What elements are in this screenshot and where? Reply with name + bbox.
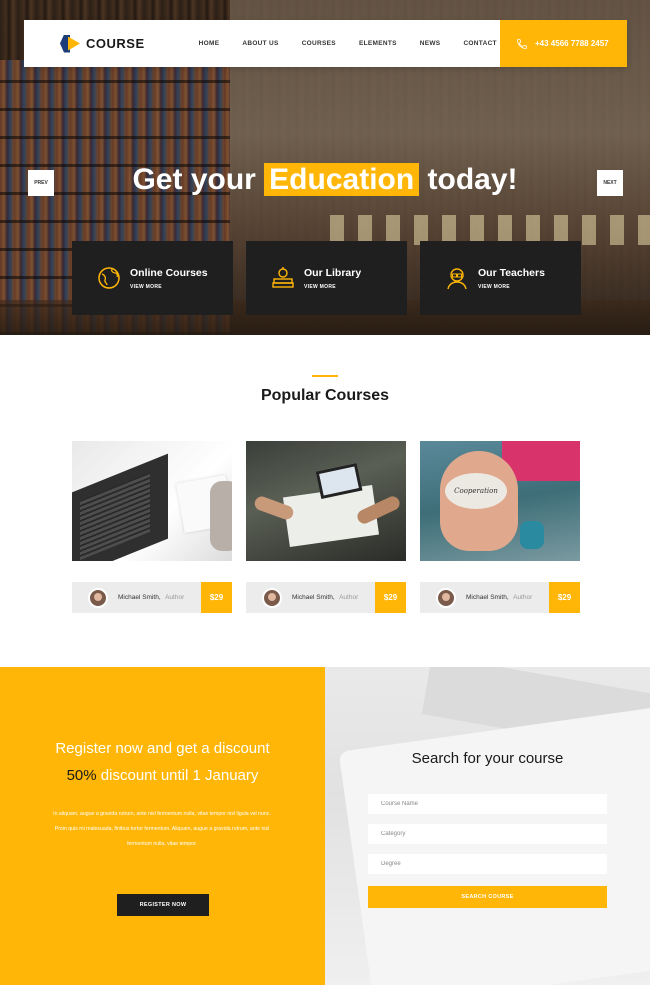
course-meta: Michael Smith, Author $29: [72, 561, 232, 613]
nav-link-elements[interactable]: ELEMENTS: [359, 40, 397, 47]
register-now-button[interactable]: REGISTER NOW: [117, 894, 209, 916]
price-badge: $29: [375, 582, 406, 613]
course-cards: Michael Smith, Author $29 Michael Smith,…: [72, 441, 580, 613]
avatar: [88, 587, 108, 608]
register-subheading: 50% discount until 1 January: [0, 767, 325, 784]
section-divider: [312, 375, 338, 377]
feature-box-online-courses[interactable]: Online Courses VIEW MORE: [72, 241, 233, 315]
hero-section: COURSE HOME ABOUT US COURSES ELEMENTS NE…: [0, 0, 650, 335]
nav-link-home[interactable]: HOME: [199, 40, 220, 47]
feature-title: Our Teachers: [478, 266, 545, 279]
nav-link-news[interactable]: NEWS: [420, 40, 441, 47]
course-card[interactable]: Michael Smith, Author $29: [72, 441, 232, 613]
logo-text: COURSE: [86, 36, 145, 51]
search-course-button[interactable]: SEARCH COURSE: [368, 886, 607, 908]
course-name-input[interactable]: [368, 794, 607, 814]
price-badge: $29: [201, 582, 232, 613]
next-button[interactable]: NEXT: [597, 170, 623, 196]
logo-icon: [60, 34, 80, 53]
feature-box-teachers[interactable]: Our Teachers VIEW MORE: [420, 241, 581, 315]
teacher-icon: [447, 268, 467, 290]
course-image[interactable]: [246, 441, 406, 561]
author-name: Michael Smith,: [466, 594, 509, 601]
author-name: Michael Smith,: [292, 594, 335, 601]
view-more-link[interactable]: VIEW MORE: [478, 284, 545, 290]
feature-title: Online Courses: [130, 266, 208, 279]
avatar: [436, 587, 456, 608]
nav-link-contact[interactable]: CONTACT: [463, 40, 496, 47]
popular-courses-title: Popular Courses: [260, 387, 390, 404]
books-icon: [272, 267, 294, 288]
view-more-link[interactable]: VIEW MORE: [130, 284, 208, 290]
phone-icon: [517, 38, 527, 49]
author-role: Author: [339, 594, 359, 601]
register-section: Register now and get a discount 50% disc…: [0, 667, 325, 985]
hero-title-before: Get your: [132, 163, 256, 196]
feature-box-library[interactable]: Our Library VIEW MORE: [246, 241, 407, 315]
stone-text: Cooperation: [445, 473, 507, 509]
logo[interactable]: COURSE: [60, 34, 145, 53]
degree-input[interactable]: [368, 854, 607, 874]
phone-number: +43 4566 7788 2457: [535, 39, 609, 48]
view-more-link[interactable]: VIEW MORE: [304, 284, 361, 290]
nav-link-courses[interactable]: COURSES: [302, 40, 336, 47]
course-meta: Michael Smith, Author $29: [420, 561, 580, 613]
nav-links: HOME ABOUT US COURSES ELEMENTS NEWS CONT…: [199, 40, 520, 47]
hero-title: Get your Education today!: [0, 160, 650, 200]
course-image[interactable]: Cooperation: [420, 441, 580, 561]
avatar: [262, 587, 282, 608]
author-name: Michael Smith,: [118, 594, 161, 601]
author-role: Author: [513, 594, 533, 601]
category-input[interactable]: [368, 824, 607, 844]
navbar: COURSE HOME ABOUT US COURSES ELEMENTS NE…: [24, 20, 627, 67]
course-card[interactable]: Cooperation Michael Smith, Author $29: [420, 441, 580, 613]
globe-icon: [98, 267, 120, 289]
phone-box[interactable]: +43 4566 7788 2457: [500, 20, 627, 67]
search-section: Search for your course SEARCH COURSE: [325, 667, 650, 985]
hero-feature-boxes: Online Courses VIEW MORE Our Library VIE…: [72, 241, 581, 315]
hero-title-highlight: Education: [264, 163, 420, 196]
course-meta: Michael Smith, Author $29: [246, 561, 406, 613]
course-image[interactable]: [72, 441, 232, 561]
nav-link-about[interactable]: ABOUT US: [242, 40, 278, 47]
discount-text: discount until 1 January: [100, 767, 259, 784]
prev-button[interactable]: PREV: [28, 170, 54, 196]
course-card[interactable]: Michael Smith, Author $29: [246, 441, 406, 613]
author-role: Author: [165, 594, 185, 601]
hero-title-after: today!: [427, 163, 518, 196]
feature-title: Our Library: [304, 266, 362, 279]
register-heading: Register now and get a discount: [55, 740, 270, 757]
discount-percent: 50%: [66, 767, 97, 784]
search-title: Search for your course: [411, 750, 564, 767]
price-badge: $29: [549, 582, 580, 613]
register-body-text: In aliquam, augue a gravida rutrum, ante…: [53, 811, 271, 847]
